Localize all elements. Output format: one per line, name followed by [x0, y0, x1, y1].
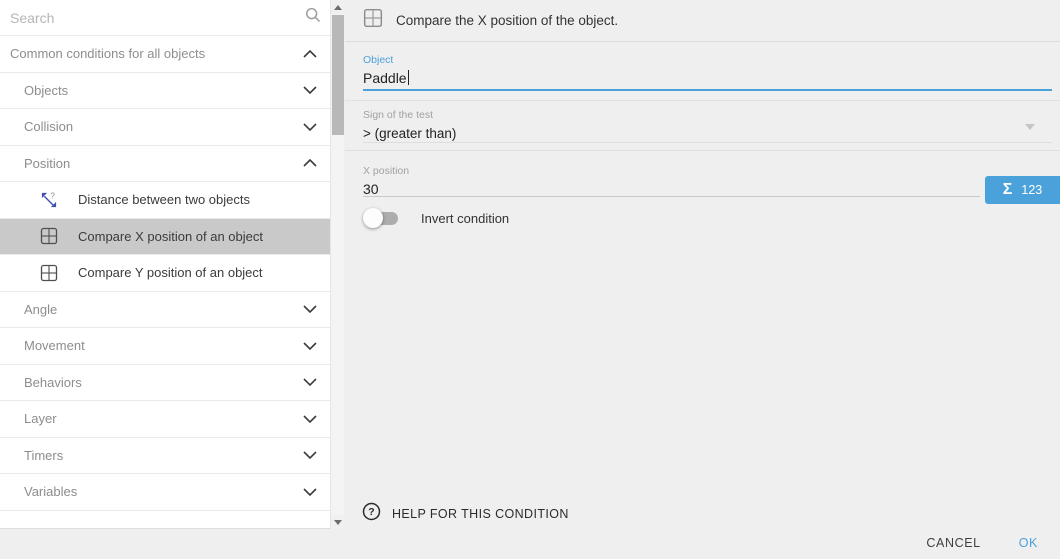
xposition-input[interactable]: 30: [363, 181, 379, 197]
dialog-actions: CANCEL OK: [926, 536, 1038, 550]
section-divider: [345, 100, 1060, 101]
object-field-input[interactable]: Paddle: [363, 70, 409, 86]
cancel-button[interactable]: CANCEL: [926, 536, 980, 550]
svg-text:?: ?: [50, 191, 55, 200]
sidebar-item-collision[interactable]: Collision: [0, 109, 330, 146]
sidebar-item-label: Distance between two objects: [78, 192, 250, 207]
sidebar-item-layer[interactable]: Layer: [0, 401, 330, 438]
scrollbar-thumb[interactable]: [332, 15, 344, 135]
help-link-label: HELP FOR THIS CONDITION: [392, 507, 569, 521]
object-field-underline: [363, 89, 1052, 91]
invert-condition-toggle[interactable]: [363, 208, 401, 228]
sidebar-item-label: Position: [24, 156, 70, 171]
sidebar-item-compare-x-position[interactable]: Compare X position of an object: [0, 219, 330, 256]
sign-select[interactable]: > (greater than): [363, 126, 456, 141]
chevron-up-icon: [303, 45, 317, 63]
chevron-down-icon: [303, 483, 317, 501]
object-field-label: Object: [363, 54, 393, 66]
svg-text:?: ?: [368, 506, 374, 518]
condition-editor-dialog: Common conditions for all objects Object…: [0, 0, 1060, 559]
sidebar-item-label: Compare X position of an object: [78, 229, 263, 244]
sidebar-item-label: Collision: [24, 119, 73, 134]
search-row: [0, 0, 330, 36]
sidebar-item-behaviors[interactable]: Behaviors: [0, 365, 330, 402]
sign-field-underline: [363, 142, 1052, 143]
chevron-up-icon: [303, 154, 317, 172]
invert-condition-row: Invert condition: [363, 207, 509, 229]
scrollbar-up-arrow[interactable]: [331, 0, 345, 14]
toggle-thumb: [363, 208, 383, 228]
search-icon: [304, 6, 322, 29]
ok-button[interactable]: OK: [1019, 536, 1038, 550]
sidebar-item-label: Movement: [24, 338, 85, 353]
sidebar-item-position[interactable]: Position: [0, 146, 330, 183]
chevron-down-icon: [303, 337, 317, 355]
sidebar-item-compare-y-position[interactable]: Compare Y position of an object: [0, 255, 330, 292]
condition-title: Compare the X position of the object.: [396, 13, 618, 28]
section-divider: [345, 150, 1060, 151]
chevron-down-icon: [303, 118, 317, 136]
sigma-icon: Σ: [1003, 181, 1013, 199]
sidebar-item-label: Timers: [24, 448, 63, 463]
sidebar-item-label: Layer: [24, 411, 57, 426]
condition-settings-panel: Compare the X position of the object. Ob…: [345, 0, 1060, 559]
sidebar-item-label: Angle: [24, 302, 57, 317]
chevron-down-icon: [303, 446, 317, 464]
sidebar-item-label: Variables: [24, 484, 77, 499]
chevron-down-icon: [303, 300, 317, 318]
invert-condition-label: Invert condition: [421, 211, 509, 226]
sidebar-item-label: Objects: [24, 83, 68, 98]
sidebar-item-objects[interactable]: Objects: [0, 73, 330, 110]
sidebar-item-label: Common conditions for all objects: [10, 46, 205, 61]
sidebar-item-label: Compare Y position of an object: [78, 265, 263, 280]
sign-field-label: Sign of the test: [363, 109, 433, 121]
scrollbar-down-arrow[interactable]: [331, 515, 345, 529]
expression-editor-button[interactable]: Σ 123: [985, 176, 1060, 204]
text-cursor: [408, 70, 410, 85]
help-link[interactable]: ? HELP FOR THIS CONDITION: [362, 502, 569, 526]
sidebar-scrollbar[interactable]: [330, 0, 344, 529]
chevron-down-icon: [303, 410, 317, 428]
expression-button-label: 123: [1021, 183, 1042, 197]
sidebar-item-common-conditions[interactable]: Common conditions for all objects: [0, 36, 330, 73]
condition-header: Compare the X position of the object.: [345, 0, 1060, 42]
distance-arrows-icon: ?: [40, 191, 58, 209]
select-dropdown-arrow[interactable]: [1025, 124, 1035, 130]
sidebar-item-distance-between-objects[interactable]: ? Distance between two objects: [0, 182, 330, 219]
xposition-field-underline: [363, 196, 980, 197]
xposition-field-label: X position: [363, 165, 409, 177]
sidebar-item-timers[interactable]: Timers: [0, 438, 330, 475]
grid-icon: [40, 264, 58, 282]
sidebar-item-label: Behaviors: [24, 375, 82, 390]
search-input[interactable]: [10, 10, 304, 26]
grid-icon: [40, 227, 58, 245]
chevron-down-icon: [303, 373, 317, 391]
conditions-sidebar: Common conditions for all objects Object…: [0, 0, 330, 529]
question-circle-icon: ?: [362, 502, 381, 526]
chevron-down-icon: [303, 81, 317, 99]
grid-icon: [363, 8, 383, 33]
sidebar-item-movement[interactable]: Movement: [0, 328, 330, 365]
sidebar-item-variables[interactable]: Variables: [0, 474, 330, 511]
sidebar-item-angle[interactable]: Angle: [0, 292, 330, 329]
